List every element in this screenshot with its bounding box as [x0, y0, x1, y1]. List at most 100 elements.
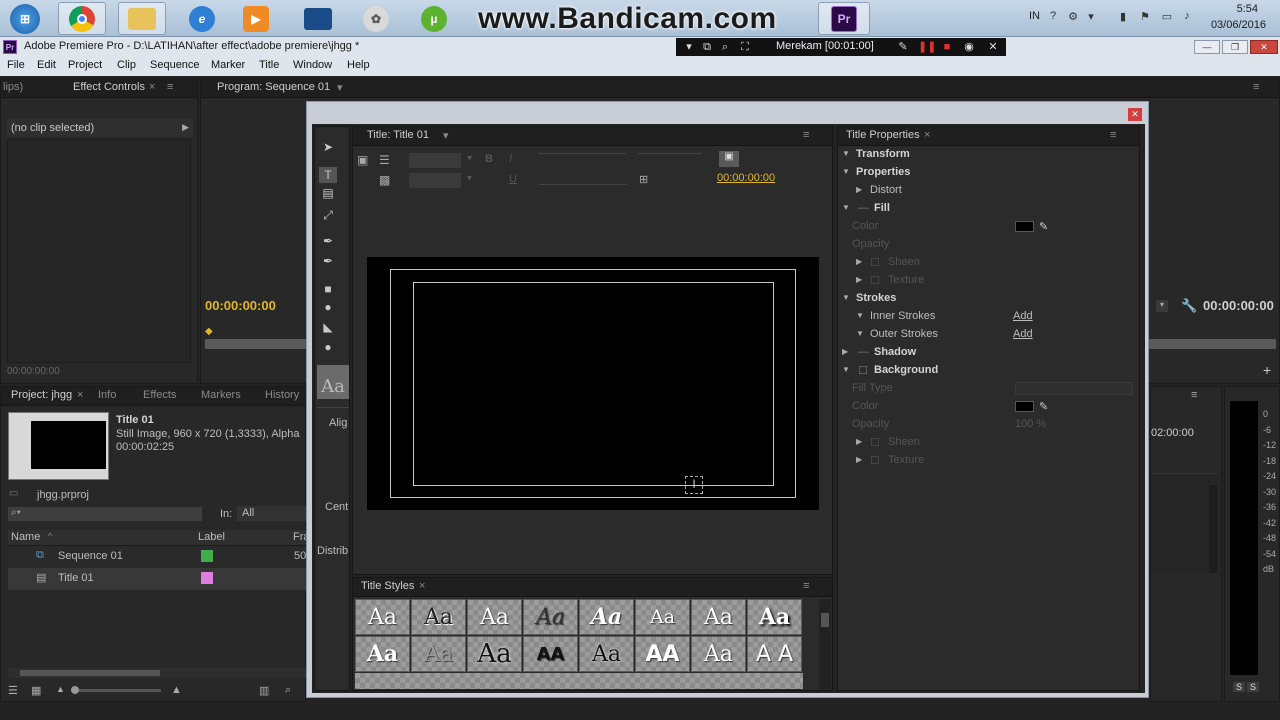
dropdown-icon[interactable]: ▾ — [337, 81, 343, 94]
chevron-right-icon[interactable]: ▶ — [182, 122, 189, 133]
folder-icon[interactable] — [118, 2, 166, 35]
scrollbar-thumb[interactable] — [821, 613, 829, 627]
background-video-timecode[interactable]: 00:00:00:00 — [717, 172, 775, 184]
list-item-title[interactable]: ▤ Title 01 — [8, 568, 306, 590]
zoom-in-icon[interactable]: ▲ — [171, 684, 182, 696]
menu-title[interactable]: Title — [259, 59, 279, 71]
program-scrubber[interactable] — [205, 339, 315, 349]
tab-close-icon[interactable]: × — [77, 389, 83, 401]
bin-icon[interactable]: ▥ — [259, 684, 269, 697]
zoom-slider-handle[interactable] — [71, 686, 79, 694]
style-swatch[interactable]: Aa — [579, 636, 634, 672]
zoom-out-icon[interactable]: ▲ — [56, 684, 65, 694]
tray-app-icon[interactable]: ⚙ — [1066, 10, 1080, 24]
style-swatch[interactable]: AA — [635, 636, 690, 672]
fullscreen-icon[interactable]: ⛶ — [738, 40, 752, 54]
column-name[interactable]: Name — [11, 531, 40, 543]
tray-expand-icon[interactable]: ▾ — [1084, 10, 1098, 24]
type-tool-icon[interactable]: T — [319, 167, 337, 183]
wedge-tool-icon[interactable]: ◣ — [319, 319, 337, 335]
prop-sheen[interactable]: ▶ ☐ Sheen — [838, 254, 1138, 272]
rounded-rectangle-tool-icon[interactable]: ● — [319, 299, 337, 315]
zoom-slider[interactable] — [71, 686, 161, 694]
playhead-icon[interactable]: ◆ — [205, 326, 213, 338]
wrench-icon[interactable]: 🔧 — [1181, 298, 1197, 314]
sort-up-icon[interactable]: ^ — [48, 531, 52, 541]
program-scrubber-right[interactable] — [1146, 339, 1276, 349]
program-timecode-right[interactable]: 00:00:00:00 — [1203, 298, 1274, 313]
tab-program-sequence[interactable]: Program: Sequence 01 — [217, 81, 330, 93]
title-canvas[interactable]: I — [367, 257, 819, 510]
prop-background[interactable]: ▼ ☐ Background — [838, 362, 1138, 380]
battery-icon[interactable]: ▭ — [1160, 10, 1174, 24]
timeline-vscroll[interactable] — [1209, 485, 1217, 573]
minimize-button[interactable]: — — [1194, 40, 1220, 54]
menu-window[interactable]: Window — [293, 59, 332, 71]
tab-stops-icon[interactable]: ⊞ — [639, 173, 648, 186]
tab-effects[interactable]: Effects — [143, 389, 176, 401]
panel-menu-icon[interactable]: ≡ — [1110, 129, 1116, 141]
prop-shadow[interactable]: ▶ — Shadow — [838, 344, 1138, 362]
rectangle-tool-icon[interactable]: ■ — [319, 281, 337, 297]
prop-bg-color[interactable]: Color ✎ — [838, 398, 1138, 416]
fill-type-select[interactable] — [1015, 382, 1133, 395]
volume-icon[interactable]: ♪ — [1180, 10, 1194, 24]
tab-close-icon[interactable]: × — [924, 129, 930, 141]
prop-fill-opacity[interactable]: Opacity — [838, 236, 1138, 254]
selection-tool-icon[interactable]: ➤ — [319, 139, 337, 155]
prop-inner-strokes[interactable]: ▼ Inner Strokes Add — [838, 308, 1138, 326]
style-swatch[interactable]: Aa — [691, 599, 746, 635]
style-swatch[interactable]: Aa — [467, 636, 522, 672]
label-color-swatch[interactable] — [201, 550, 213, 562]
prop-texture[interactable]: ▶ ☐ Texture — [838, 272, 1138, 290]
style-swatch[interactable]: Aa — [635, 599, 690, 635]
ie-icon[interactable]: e — [178, 2, 226, 35]
camera-icon[interactable]: ◉ — [962, 40, 976, 54]
panel-menu-icon[interactable]: ≡ — [167, 81, 173, 93]
font-style-select[interactable] — [409, 173, 461, 188]
tab-title-properties[interactable]: Title Properties — [846, 129, 920, 141]
show-background-video-icon[interactable]: ▣ — [719, 151, 739, 167]
prop-fill-type[interactable]: Fill Type — [838, 380, 1138, 398]
pen-tool-icon[interactable]: ✒ — [319, 233, 337, 249]
style-swatch[interactable]: Aa — [355, 599, 410, 635]
new-title-icon[interactable]: ▣ — [357, 153, 368, 167]
clock-date[interactable]: 03/06/2016 — [1211, 19, 1266, 31]
clock-time[interactable]: 5:54 — [1237, 3, 1258, 15]
menu-help[interactable]: Help — [347, 59, 370, 71]
icon-view-icon[interactable]: ▦ — [31, 684, 41, 697]
tab-markers[interactable]: Markers — [201, 389, 241, 401]
tab-title[interactable]: Title: Title 01 — [367, 129, 429, 141]
path-type-tool-icon[interactable]: ⤢ — [319, 207, 337, 223]
roll-crawl-icon[interactable]: ☰ — [379, 153, 390, 167]
help-icon[interactable]: ? — [1046, 10, 1060, 24]
tab-source-clips[interactable]: lips) — [3, 81, 23, 93]
dropdown-icon[interactable]: ▾ — [467, 153, 472, 164]
window-mode-icon[interactable]: ⧉ — [700, 40, 714, 54]
label-color-swatch[interactable] — [201, 572, 213, 584]
chrome-icon[interactable] — [58, 2, 106, 35]
menu-clip[interactable]: Clip — [117, 59, 136, 71]
menu-project[interactable]: Project — [68, 59, 102, 71]
tool-icon[interactable]: ✿ — [352, 2, 400, 35]
clip-selector[interactable]: (no clip selected) ▶ — [7, 119, 193, 137]
area-type-tool-icon[interactable]: ▤ — [319, 185, 337, 201]
style-swatch[interactable]: Aa — [411, 599, 466, 635]
search-input[interactable]: ⌕▾ — [8, 507, 202, 521]
style-swatch[interactable]: Aa — [355, 636, 410, 672]
windows-start-icon[interactable]: ⊞ — [0, 2, 50, 35]
add-button-icon[interactable]: + — [1263, 362, 1271, 378]
style-swatch[interactable]: A A — [747, 636, 802, 672]
panel-menu-icon[interactable]: ≡ — [1191, 389, 1197, 401]
prop-outer-strokes[interactable]: ▼ Outer Strokes Add — [838, 326, 1138, 344]
column-label[interactable]: Label — [198, 531, 225, 543]
flag-icon[interactable]: ⚑ — [1138, 10, 1152, 24]
panel-menu-icon[interactable]: ≡ — [803, 580, 809, 592]
list-view-icon[interactable]: ☰ — [8, 684, 18, 697]
prop-strokes[interactable]: ▼ Strokes — [838, 290, 1138, 308]
menu-file[interactable]: File — [7, 59, 25, 71]
bg-opacity-value[interactable]: 100 % — [1015, 418, 1046, 430]
bold-icon[interactable]: B — [485, 153, 493, 165]
templates-icon[interactable]: ▩ — [379, 173, 390, 187]
program-timecode-left[interactable]: 00:00:00:00 — [205, 298, 276, 313]
